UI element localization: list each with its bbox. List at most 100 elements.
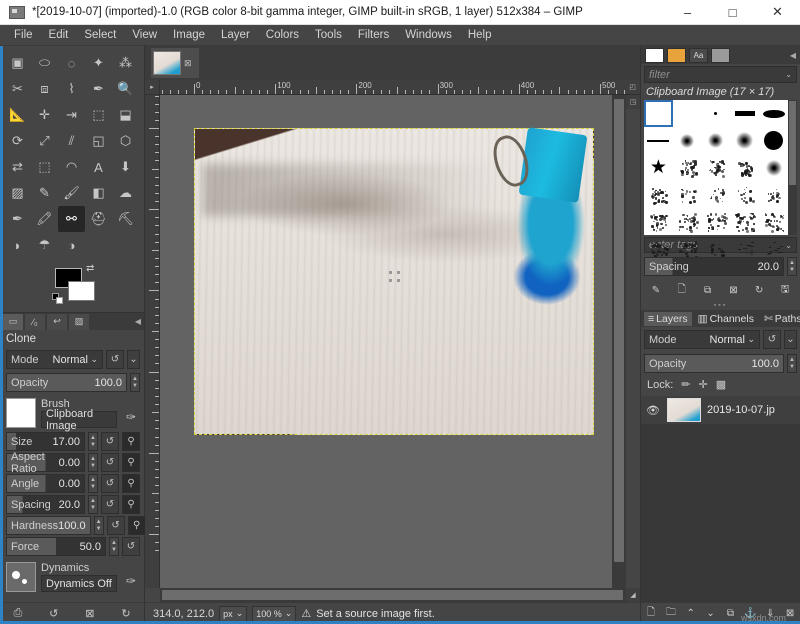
brush-name-field[interactable]: Clipboard Image — [41, 411, 117, 428]
angle-reset-icon[interactable]: ↺ — [101, 474, 119, 493]
aspect-ratio-dynamics-icon[interactable]: ⚲ — [122, 453, 140, 472]
menu-item-select[interactable]: Select — [76, 27, 124, 43]
images-tab[interactable]: ▨ — [69, 314, 89, 330]
brush-swatch[interactable] — [759, 127, 788, 154]
ink-icon[interactable]: ✒ — [4, 206, 31, 232]
angle-slider[interactable]: Angle0.00 — [6, 474, 85, 493]
menu-item-tools[interactable]: Tools — [307, 27, 350, 43]
dock-separator-grip[interactable]: ▪▪▪ — [641, 302, 800, 310]
canvas-area[interactable] — [160, 95, 612, 588]
rect-select-icon[interactable]: ▣ — [4, 50, 31, 76]
airbrush-icon[interactable]: ☁ — [112, 180, 139, 206]
scale-icon[interactable]: ⤢ — [31, 128, 58, 154]
dynamics-preview-thumbnail[interactable] — [6, 562, 36, 592]
dynamics-name-field[interactable]: Dynamics Off — [41, 575, 117, 592]
brushes-tab[interactable] — [645, 48, 664, 63]
document-history-tab[interactable] — [711, 48, 730, 63]
menu-item-file[interactable]: File — [6, 27, 41, 43]
hardness-dynamics-icon[interactable]: ⚲ — [128, 516, 146, 535]
default-colors-icon[interactable] — [52, 293, 63, 304]
restore-tool-preset-button[interactable]: ↺ — [49, 607, 58, 620]
close-button[interactable]: ✕ — [755, 0, 800, 24]
delete-brush-button[interactable]: ⊠ — [723, 282, 743, 299]
dodge-burn-icon[interactable]: ◑ — [58, 232, 85, 258]
layer-mode-reset-icon[interactable]: ↺ — [763, 330, 781, 349]
brush-edit-icon[interactable]: ✑ — [122, 408, 140, 426]
brush-filter-input[interactable]: filter ⌄ — [644, 66, 797, 83]
canvas-resize-grip[interactable]: ◢ — [626, 588, 640, 602]
layer-opacity-stepper[interactable]: ▲▼ — [787, 354, 797, 373]
menu-item-view[interactable]: View — [124, 27, 165, 43]
perspective-icon[interactable]: ◱ — [85, 128, 112, 154]
background-color-swatch[interactable] — [68, 281, 95, 301]
tab-paths[interactable]: ✄ Paths — [760, 312, 800, 326]
new-layer-button[interactable]: 🗋 — [642, 605, 659, 622]
menu-item-colors[interactable]: Colors — [258, 27, 307, 43]
tool-options-menu-icon[interactable]: ◀ — [135, 317, 141, 326]
size-slider[interactable]: Size17.00 — [6, 432, 85, 451]
force-reset-icon[interactable]: ↺ — [122, 537, 140, 556]
brush-swatch[interactable] — [702, 208, 731, 235]
select-by-color-icon[interactable]: ⁂ — [112, 50, 139, 76]
color-picker-icon[interactable]: ✒ — [85, 76, 112, 102]
fonts-tab[interactable]: Aa — [689, 48, 708, 63]
hardness-slider[interactable]: Hardness100.0 — [6, 516, 91, 535]
tool-options-tab[interactable]: ▭ — [3, 314, 23, 330]
measure-icon[interactable]: 📐 — [4, 102, 31, 128]
brush-swatch[interactable] — [730, 127, 759, 154]
brush-swatch[interactable] — [673, 100, 702, 127]
horizontal-scrollbar[interactable] — [160, 588, 626, 602]
bucket-fill-icon[interactable]: ⬇ — [112, 154, 139, 180]
spacing-stepper[interactable]: ▲▼ — [88, 495, 98, 514]
paintbrush-icon[interactable]: 🖌 — [58, 180, 85, 206]
brushes-dock-menu-icon[interactable]: ◀ — [790, 51, 796, 60]
menu-item-windows[interactable]: Windows — [397, 27, 460, 43]
horizontal-ruler[interactable]: 0100200300400500 — [160, 80, 625, 95]
cage-transform-icon[interactable]: ⬚ — [31, 154, 58, 180]
table-row[interactable]: 👁 2019-10-07.jp — [641, 396, 800, 424]
layer-mode-dropdown[interactable]: Mode Normal ⌄ — [644, 330, 760, 349]
eraser-icon[interactable]: ◧ — [85, 180, 112, 206]
brush-swatch[interactable] — [702, 154, 731, 181]
vertical-scrollbar[interactable] — [612, 95, 626, 588]
brush-swatch[interactable] — [759, 208, 788, 235]
new-layer-group-button[interactable]: 🗀 — [662, 605, 679, 622]
duplicate-layer-button[interactable]: ⧉ — [722, 605, 739, 622]
new-brush-button[interactable]: 🗋 — [672, 282, 692, 299]
mode-extra-chevron-icon[interactable]: ⌄ — [127, 350, 140, 369]
brush-swatch[interactable] — [730, 100, 759, 127]
aspect-ratio-slider[interactable]: Aspect Ratio0.00 — [6, 453, 85, 472]
brush-spacing-stepper[interactable]: ▲▼ — [787, 257, 797, 276]
brush-swatch[interactable] — [644, 127, 673, 154]
aspect-ratio-reset-icon[interactable]: ↺ — [101, 453, 119, 472]
rotate-icon[interactable]: ⟳ — [4, 128, 31, 154]
raise-layer-button[interactable]: ⌃ — [682, 605, 699, 622]
menu-item-layer[interactable]: Layer — [213, 27, 258, 43]
menu-item-filters[interactable]: Filters — [350, 27, 397, 43]
free-select-icon[interactable]: ◌ — [58, 50, 85, 76]
lock-pixels-icon[interactable]: ✏ — [681, 378, 690, 391]
alignment-icon[interactable]: ⇥ — [58, 102, 85, 128]
menu-item-edit[interactable]: Edit — [41, 27, 77, 43]
brush-swatch[interactable] — [759, 181, 788, 208]
refresh-brushes-button[interactable]: ↻ — [749, 282, 769, 299]
brush-swatch[interactable] — [644, 208, 673, 235]
lock-alpha-icon[interactable]: ▩ — [716, 378, 726, 391]
spacing-dynamics-icon[interactable]: ⚲ — [122, 495, 140, 514]
scissors-select-icon[interactable]: ✂ — [4, 76, 31, 102]
spacing-reset-icon[interactable]: ↺ — [101, 495, 119, 514]
undo-history-tab[interactable]: ↩ — [47, 314, 67, 330]
crop-icon[interactable]: ⬚ — [85, 102, 112, 128]
brush-swatch[interactable] — [702, 127, 731, 154]
mode-reset-icon[interactable]: ↺ — [106, 350, 124, 369]
ruler-corner-button[interactable]: ▸ — [145, 80, 160, 95]
maximize-button[interactable]: □ — [710, 0, 755, 24]
fuzzy-select-icon[interactable]: ✦ — [85, 50, 112, 76]
blur-sharpen-icon[interactable]: ◗ — [4, 232, 31, 258]
navigation-button[interactable]: ◳ — [626, 95, 640, 109]
brush-spacing-slider[interactable]: Spacing 20.0 — [644, 257, 784, 276]
menu-item-help[interactable]: Help — [460, 27, 500, 43]
angle-stepper[interactable]: ▲▼ — [88, 474, 98, 493]
pencil-icon[interactable]: ✎ — [31, 180, 58, 206]
delete-tool-preset-button[interactable]: ⊠ — [85, 607, 94, 620]
